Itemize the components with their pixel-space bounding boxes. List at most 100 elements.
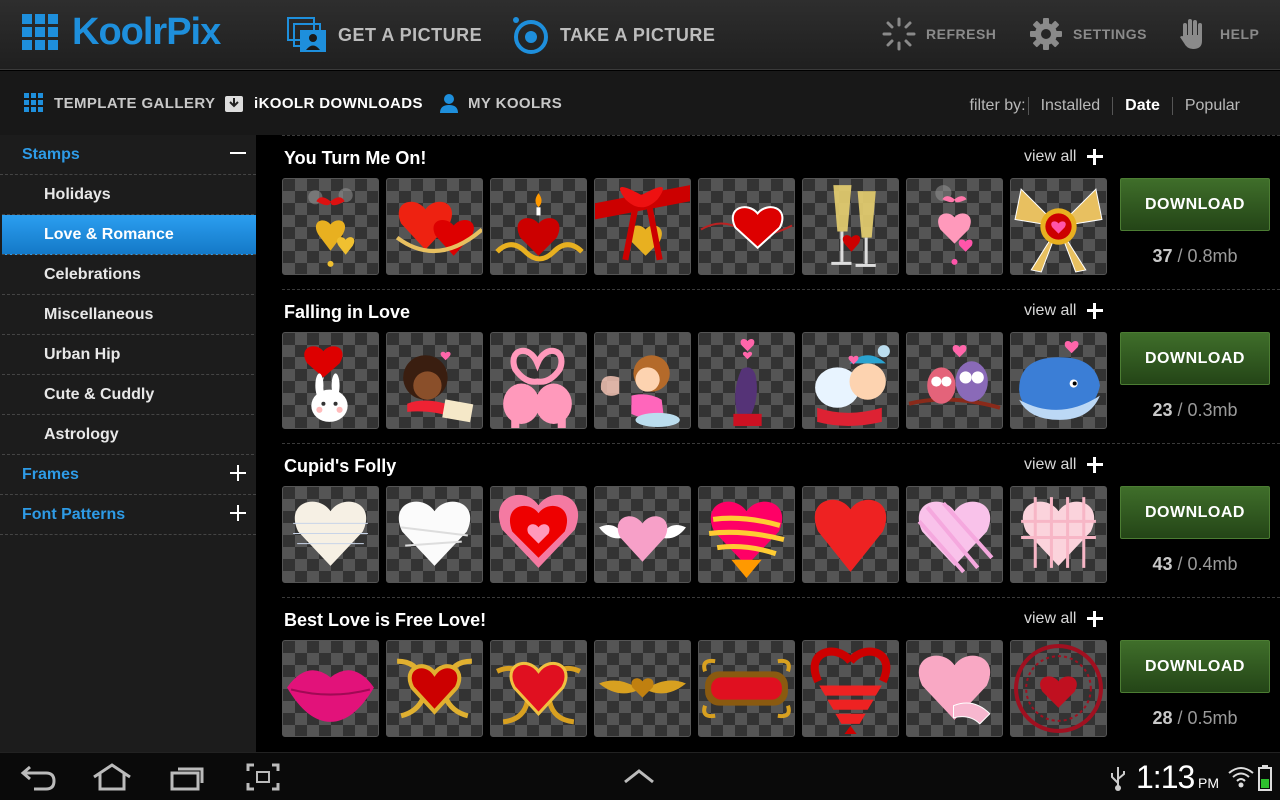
thumbnail-pink-elephants[interactable] — [490, 332, 587, 429]
tab-template-gallery-label: TEMPLATE GALLERY — [54, 94, 216, 112]
help-button[interactable]: HELP — [1178, 14, 1259, 54]
filter-option-popular[interactable]: Popular — [1171, 97, 1252, 115]
category-font-patterns[interactable]: Font Patterns — [0, 495, 256, 535]
thumbnail-ribbon-spiral-heart[interactable] — [802, 640, 899, 737]
view-all-label: view all — [1024, 456, 1077, 473]
download-button[interactable]: DOWNLOAD — [1120, 486, 1270, 539]
gingham-heart-icon — [1021, 497, 1096, 568]
view-all-link[interactable]: view all — [1024, 456, 1104, 474]
owls-branch-icon — [908, 345, 1001, 410]
download-button[interactable]: DOWNLOAD — [1120, 640, 1270, 693]
seal-hearts-icon — [733, 338, 762, 426]
grid-icon — [24, 93, 43, 112]
view-all-link[interactable]: view all — [1024, 302, 1104, 320]
thumbnail-winged-heart[interactable] — [594, 486, 691, 583]
thumbnail-golden-bow-heart[interactable] — [1010, 178, 1107, 275]
sidebar-item-love-romance[interactable]: Love & Romance — [2, 215, 278, 255]
pink-striped-heart-icon — [917, 501, 994, 574]
pack-section: Cupid's Folly view all DOWNLOAD 43 / 0.4m… — [282, 443, 1280, 597]
thumbnail-lace-heart[interactable] — [490, 486, 587, 583]
thumbnail-two-red-hearts[interactable] — [386, 178, 483, 275]
sidebar-item-holidays[interactable]: Holidays — [2, 175, 254, 215]
ribbon-heart-icon — [595, 185, 690, 261]
thumbnail-hearts-bells[interactable] — [282, 178, 379, 275]
thumbnail-seal-hearts[interactable] — [698, 332, 795, 429]
thumbnail-pink-hearts-chain[interactable] — [906, 178, 1003, 275]
thumbnail-ornate-frame[interactable] — [698, 640, 795, 737]
sidebar-item-astrology[interactable]: Astrology — [2, 415, 254, 455]
winged-heart-icon — [599, 516, 686, 562]
thumbnail-bears-couple[interactable] — [802, 332, 899, 429]
thumbnail-gold-filigree-heart[interactable] — [490, 640, 587, 737]
thumbnail-champagne-glasses[interactable] — [802, 178, 899, 275]
download-button[interactable]: DOWNLOAD — [1120, 332, 1270, 385]
pink-hearts-chain-icon — [935, 185, 973, 265]
tab-template-gallery[interactable]: TEMPLATE GALLERY — [24, 93, 215, 113]
thumbnail-girl-writing[interactable] — [386, 332, 483, 429]
sidebar-item-celebrations[interactable]: Celebrations — [2, 255, 254, 295]
thumbnail-stamp-heart[interactable] — [1010, 640, 1107, 737]
get-picture-button[interactable]: GET A PICTURE — [286, 14, 482, 56]
bears-couple-icon — [815, 345, 890, 426]
tab-downloads[interactable]: iKOOLR DOWNLOADS — [224, 93, 423, 113]
thumbnail-ribbon-heart[interactable] — [594, 178, 691, 275]
thumbnail-gold-wings[interactable] — [594, 640, 691, 737]
gear-icon — [1030, 18, 1062, 50]
thumbnail-owls-branch[interactable] — [906, 332, 1003, 429]
chevron-up-icon[interactable] — [622, 767, 656, 785]
view-all-link[interactable]: view all — [1024, 610, 1104, 628]
filter-option-installed[interactable]: Installed — [1027, 97, 1113, 115]
thumbnail-candle-heart[interactable] — [490, 178, 587, 275]
grid-logo-icon — [22, 14, 58, 50]
thumbnail-bunny-balloon[interactable] — [282, 332, 379, 429]
pink-elephants-icon — [503, 347, 572, 428]
view-all-link[interactable]: view all — [1024, 148, 1104, 166]
plus-icon[interactable] — [228, 463, 248, 483]
pack-size: / 0.3mb — [1172, 400, 1238, 420]
pack-count-size: 43 / 0.4mb — [1120, 554, 1270, 575]
two-red-hearts-icon — [395, 201, 482, 256]
minus-icon[interactable] — [228, 143, 248, 163]
thumbnail-cupid-girl[interactable] — [594, 332, 691, 429]
thumbnail-gingham-heart[interactable] — [1010, 486, 1107, 583]
category-frames[interactable]: Frames — [0, 455, 256, 495]
pack-size: / 0.4mb — [1172, 554, 1238, 574]
blue-whale-icon — [1019, 341, 1100, 420]
pink-lips-icon — [287, 670, 374, 722]
gold-wings-icon — [599, 678, 686, 698]
red-heart-swirl-icon — [700, 206, 793, 250]
home-icon[interactable] — [92, 763, 132, 791]
sidebar-item-urban-hip[interactable]: Urban Hip — [2, 335, 254, 375]
thumbnail-red-heart[interactable] — [802, 486, 899, 583]
tab-my-koolrs[interactable]: MY KOOLRS — [440, 93, 562, 113]
app-logo[interactable]: KoolrPix — [22, 13, 221, 51]
take-picture-button[interactable]: TAKE A PICTURE — [512, 14, 715, 56]
top-action-bar: KoolrPix GET A PICTURE TAKE A PICTURE RE… — [0, 0, 1280, 70]
thumbnail-gold-ornate-heart[interactable] — [386, 640, 483, 737]
thumbnail-pink-lips[interactable] — [282, 640, 379, 737]
view-all-label: view all — [1024, 148, 1077, 165]
clock-ampm: PM — [1198, 775, 1219, 791]
screenshot-icon[interactable] — [246, 763, 280, 791]
thumbnail-blue-whale[interactable] — [1010, 332, 1107, 429]
recent-apps-icon[interactable] — [170, 763, 206, 791]
filter-option-date[interactable]: Date — [1112, 97, 1172, 115]
download-button[interactable]: DOWNLOAD — [1120, 178, 1270, 231]
thumbnail-white-heart[interactable] — [386, 486, 483, 583]
sidebar-item-miscellaneous[interactable]: Miscellaneous — [2, 295, 254, 335]
settings-button[interactable]: SETTINGS — [1029, 14, 1147, 54]
back-icon[interactable] — [20, 763, 58, 791]
plus-icon — [1087, 611, 1104, 627]
sidebar-item-cute-cuddly[interactable]: Cute & Cuddly — [2, 375, 254, 415]
thumbnail-striped-heart[interactable] — [698, 486, 795, 583]
pack-title: Falling in Love — [284, 302, 411, 322]
download-box-icon — [225, 96, 243, 112]
category-stamps[interactable]: Stamps — [0, 135, 256, 175]
thumbnail-scroll-heart[interactable] — [906, 640, 1003, 737]
thumbnail-pink-striped-heart[interactable] — [906, 486, 1003, 583]
plus-icon[interactable] — [228, 503, 248, 523]
thumbnail-red-heart-swirl[interactable] — [698, 178, 795, 275]
thumbnail-paper-heart[interactable] — [282, 486, 379, 583]
plus-icon — [1087, 457, 1104, 473]
refresh-button[interactable]: REFRESH — [882, 14, 996, 54]
